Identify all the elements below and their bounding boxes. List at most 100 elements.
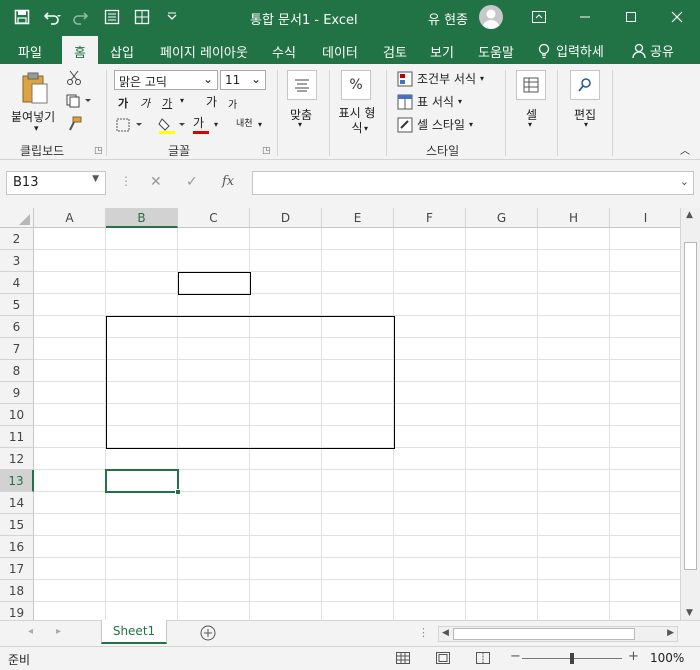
- cell-G7[interactable]: [466, 338, 538, 360]
- cells-dropdown-icon[interactable]: ▾: [528, 120, 532, 129]
- cell-A18[interactable]: [34, 580, 106, 602]
- cell-I8[interactable]: [610, 360, 680, 382]
- cell-I13[interactable]: [610, 470, 680, 492]
- tab-view[interactable]: 보기: [430, 42, 454, 61]
- cell-E19[interactable]: [322, 602, 394, 620]
- cell-H8[interactable]: [538, 360, 610, 382]
- cell-F3[interactable]: [394, 250, 466, 272]
- cell-F5[interactable]: [394, 294, 466, 316]
- zoom-slider-thumb[interactable]: [570, 653, 574, 664]
- cell-H10[interactable]: [538, 404, 610, 426]
- vertical-scroll-thumb[interactable]: [684, 242, 697, 570]
- cell-C13[interactable]: [178, 470, 250, 492]
- horizontal-scroll-thumb[interactable]: [453, 628, 635, 640]
- cell-F8[interactable]: [394, 360, 466, 382]
- scroll-left-icon[interactable]: ◀: [442, 628, 449, 638]
- column-header[interactable]: B: [106, 208, 178, 228]
- cell-G14[interactable]: [466, 492, 538, 514]
- cell-F17[interactable]: [394, 558, 466, 580]
- cell-G4[interactable]: [466, 272, 538, 294]
- cell-H14[interactable]: [538, 492, 610, 514]
- cell-E13[interactable]: [322, 470, 394, 492]
- cell-A14[interactable]: [34, 492, 106, 514]
- cell-F12[interactable]: [394, 448, 466, 470]
- cell-H11[interactable]: [538, 426, 610, 448]
- column-header[interactable]: G: [466, 208, 538, 228]
- cell-I7[interactable]: [610, 338, 680, 360]
- column-header[interactable]: I: [610, 208, 680, 228]
- cell-H7[interactable]: [538, 338, 610, 360]
- cell-G17[interactable]: [466, 558, 538, 580]
- cell-C2[interactable]: [178, 228, 250, 250]
- cell-C16[interactable]: [178, 536, 250, 558]
- scroll-right-icon[interactable]: ▶: [667, 628, 674, 638]
- row-header[interactable]: 8: [0, 360, 34, 382]
- cell-E15[interactable]: [322, 514, 394, 536]
- cell-F4[interactable]: [394, 272, 466, 294]
- column-header[interactable]: H: [538, 208, 610, 228]
- cell-E4[interactable]: [322, 272, 394, 294]
- cell-G13[interactable]: [466, 470, 538, 492]
- paste-button-label[interactable]: 붙여넣기: [11, 108, 55, 125]
- cell-H2[interactable]: [538, 228, 610, 250]
- cell-D3[interactable]: [250, 250, 322, 272]
- cell-H3[interactable]: [538, 250, 610, 272]
- font-color-dropdown-icon[interactable]: ▾: [214, 120, 218, 129]
- clipboard-launcher-icon[interactable]: ◳: [94, 146, 103, 156]
- cell-C5[interactable]: [178, 294, 250, 316]
- close-icon[interactable]: [654, 0, 700, 34]
- cell-B15[interactable]: [106, 514, 178, 536]
- number-format-label[interactable]: 표시 형식: [336, 106, 378, 136]
- font-color-button[interactable]: 가: [193, 114, 209, 134]
- cell-I9[interactable]: [610, 382, 680, 404]
- cell-C12[interactable]: [178, 448, 250, 470]
- cell-F6[interactable]: [394, 316, 466, 338]
- zoom-in-icon[interactable]: +: [628, 649, 639, 664]
- row-header[interactable]: 17: [0, 558, 34, 580]
- row-header[interactable]: 14: [0, 492, 34, 514]
- row-header[interactable]: 7: [0, 338, 34, 360]
- cell-F7[interactable]: [394, 338, 466, 360]
- page-layout-view-icon[interactable]: [436, 652, 450, 667]
- select-all-corner[interactable]: [0, 208, 34, 228]
- tab-file[interactable]: 파일: [18, 42, 42, 61]
- row-header[interactable]: 10: [0, 404, 34, 426]
- cell-C3[interactable]: [178, 250, 250, 272]
- cell-E12[interactable]: [322, 448, 394, 470]
- row-header[interactable]: 12: [0, 448, 34, 470]
- row-header[interactable]: 9: [0, 382, 34, 404]
- cell-C14[interactable]: [178, 492, 250, 514]
- tab-formulas[interactable]: 수식: [272, 42, 296, 61]
- cell-G10[interactable]: [466, 404, 538, 426]
- editing-dropdown-icon[interactable]: ▾: [584, 120, 588, 129]
- cell-I16[interactable]: [610, 536, 680, 558]
- alignment-icon[interactable]: [287, 70, 317, 100]
- user-name[interactable]: 유 현종: [428, 9, 468, 28]
- row-header[interactable]: 18: [0, 580, 34, 602]
- vertical-scrollbar[interactable]: ▲ ▼: [680, 208, 700, 620]
- cell-C18[interactable]: [178, 580, 250, 602]
- cell-B16[interactable]: [106, 536, 178, 558]
- row-header[interactable]: 4: [0, 272, 34, 294]
- column-header[interactable]: F: [394, 208, 466, 228]
- cell-B5[interactable]: [106, 294, 178, 316]
- cell-H15[interactable]: [538, 514, 610, 536]
- cell-D5[interactable]: [250, 294, 322, 316]
- zoom-out-icon[interactable]: −: [510, 649, 521, 664]
- cell-A10[interactable]: [34, 404, 106, 426]
- cell-A13[interactable]: [34, 470, 106, 492]
- scroll-down-icon[interactable]: ▼: [686, 608, 693, 618]
- cell-I12[interactable]: [610, 448, 680, 470]
- cell-A7[interactable]: [34, 338, 106, 360]
- column-header[interactable]: A: [34, 208, 106, 228]
- tab-review[interactable]: 검토: [383, 42, 407, 61]
- number-dropdown-icon[interactable]: ▾: [364, 124, 368, 133]
- cell-F14[interactable]: [394, 492, 466, 514]
- cell-I11[interactable]: [610, 426, 680, 448]
- row-header[interactable]: 15: [0, 514, 34, 536]
- cell-D15[interactable]: [250, 514, 322, 536]
- cell-H18[interactable]: [538, 580, 610, 602]
- cell-G9[interactable]: [466, 382, 538, 404]
- tab-split-handle-icon[interactable]: ⋮: [418, 626, 429, 639]
- grow-font-button[interactable]: 가: [206, 93, 217, 110]
